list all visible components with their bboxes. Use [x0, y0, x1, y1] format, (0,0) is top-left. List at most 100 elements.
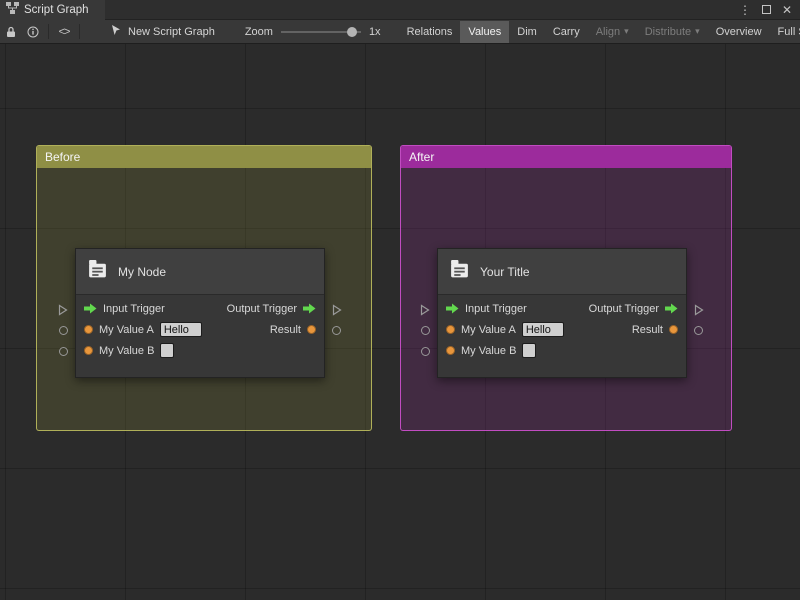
flow-arrow-icon [84, 303, 97, 314]
port-row: My Value A Result [76, 319, 324, 340]
distribute-button-label: Distribute [645, 26, 691, 38]
external-value-port[interactable] [59, 326, 68, 335]
graph-name[interactable]: New Script Graph [110, 24, 215, 39]
toolbar-buttons: Relations Values Dim Carry Align ▾ Distr… [399, 21, 800, 43]
lock-icon[interactable] [0, 20, 22, 44]
value-port-icon [669, 325, 678, 334]
port-row: My Value B [438, 340, 686, 361]
align-button[interactable]: Align ▾ [588, 21, 637, 43]
node-body: Input Trigger Output Trigger My Value A [438, 295, 686, 361]
port-result[interactable]: Result [632, 324, 686, 336]
graph-name-label: New Script Graph [128, 26, 215, 38]
group-title: After [409, 150, 434, 164]
group-title: Before [45, 150, 80, 164]
external-flow-port[interactable] [420, 304, 430, 316]
carry-button[interactable]: Carry [545, 21, 588, 43]
port-output-trigger[interactable]: Output Trigger [227, 303, 324, 315]
fullscreen-button[interactable]: Full Screen [770, 21, 800, 43]
port-label: My Value B [461, 345, 516, 357]
info-icon[interactable] [22, 20, 44, 44]
port-input-trigger[interactable]: Input Trigger [76, 303, 165, 315]
external-value-port[interactable] [421, 347, 430, 356]
port-label: My Value A [461, 324, 516, 336]
port-my-value-a[interactable]: My Value A [76, 322, 202, 337]
script-machine-icon [449, 259, 470, 285]
port-row: My Value A Result [438, 319, 686, 340]
port-label: My Value B [99, 345, 154, 357]
port-my-value-b[interactable]: My Value B [76, 343, 174, 358]
node-title: Your Title [480, 265, 530, 279]
port-my-value-b[interactable]: My Value B [438, 343, 536, 358]
external-flow-port[interactable] [332, 304, 342, 316]
kebab-menu-icon[interactable]: ⋮ [739, 4, 751, 16]
dim-button[interactable]: Dim [509, 21, 545, 43]
external-value-port[interactable] [421, 326, 430, 335]
tab-script-graph[interactable]: Script Graph [0, 0, 105, 20]
port-input-trigger[interactable]: Input Trigger [438, 303, 527, 315]
node-title: My Node [118, 265, 166, 279]
group-after-header[interactable]: After [401, 146, 731, 168]
graph-toolbar: <> New Script Graph Zoom 1x Relations Va… [0, 20, 800, 44]
relations-button[interactable]: Relations [399, 21, 461, 43]
port-label: Output Trigger [589, 303, 659, 315]
value-port-icon [84, 325, 93, 334]
my-value-b-field[interactable] [160, 343, 174, 358]
port-label: Input Trigger [103, 303, 165, 315]
flow-arrow-icon [665, 303, 678, 314]
distribute-button[interactable]: Distribute ▾ [637, 21, 708, 43]
external-flow-port[interactable] [694, 304, 704, 316]
port-row: Input Trigger Output Trigger [438, 298, 686, 319]
script-graph-tab-icon [6, 2, 19, 17]
port-row: My Value B [76, 340, 324, 361]
flow-arrow-icon [446, 303, 459, 314]
node-my-node[interactable]: My Node Input Trigger Output Trigger [75, 248, 325, 378]
toolbar-separator [79, 24, 80, 39]
value-port-icon [84, 346, 93, 355]
edit-code-icon[interactable]: <> [53, 20, 75, 44]
zoom-slider-handle[interactable] [347, 27, 357, 37]
script-graph-window: Script Graph ⋮ ✕ <> New Script Graph Zoo… [0, 0, 800, 600]
external-flow-port[interactable] [58, 304, 68, 316]
node-your-title[interactable]: Your Title Input Trigger Output Trigger [437, 248, 687, 378]
port-label: Result [632, 324, 663, 336]
tab-label: Script Graph [24, 4, 89, 16]
port-my-value-a[interactable]: My Value A [438, 322, 564, 337]
align-button-label: Align [596, 26, 620, 38]
port-result[interactable]: Result [270, 324, 324, 336]
chevron-down-icon: ▾ [624, 26, 629, 37]
node-header[interactable]: My Node [76, 249, 324, 295]
port-label: Output Trigger [227, 303, 297, 315]
values-button[interactable]: Values [460, 21, 509, 43]
overview-button[interactable]: Overview [708, 21, 770, 43]
flow-arrow-icon [303, 303, 316, 314]
group-before-header[interactable]: Before [37, 146, 371, 168]
graph-canvas[interactable]: Before After My Node [0, 44, 800, 600]
zoom-label: Zoom [245, 26, 273, 38]
my-value-b-field[interactable] [522, 343, 536, 358]
close-icon[interactable]: ✕ [782, 4, 792, 16]
toolbar-separator [48, 24, 49, 39]
window-controls: ⋮ ✕ [739, 4, 800, 16]
zoom-slider[interactable] [281, 25, 361, 39]
port-row: Input Trigger Output Trigger [76, 298, 324, 319]
graph-cursor-icon [110, 24, 122, 39]
chevron-down-icon: ▾ [695, 26, 700, 37]
node-body: Input Trigger Output Trigger My Value A [76, 295, 324, 361]
external-value-port[interactable] [59, 347, 68, 356]
title-bar: Script Graph ⋮ ✕ [0, 0, 800, 20]
zoom-control: Zoom 1x [245, 25, 381, 39]
value-port-icon [446, 346, 455, 355]
value-port-icon [446, 325, 455, 334]
my-value-a-field[interactable] [522, 322, 564, 337]
value-port-icon [307, 325, 316, 334]
script-machine-icon [87, 259, 108, 285]
external-value-port[interactable] [694, 326, 703, 335]
maximize-icon[interactable] [762, 5, 771, 14]
node-header[interactable]: Your Title [438, 249, 686, 295]
my-value-a-field[interactable] [160, 322, 202, 337]
port-label: Result [270, 324, 301, 336]
port-label: My Value A [99, 324, 154, 336]
port-output-trigger[interactable]: Output Trigger [589, 303, 686, 315]
zoom-value: 1x [369, 26, 381, 38]
external-value-port[interactable] [332, 326, 341, 335]
